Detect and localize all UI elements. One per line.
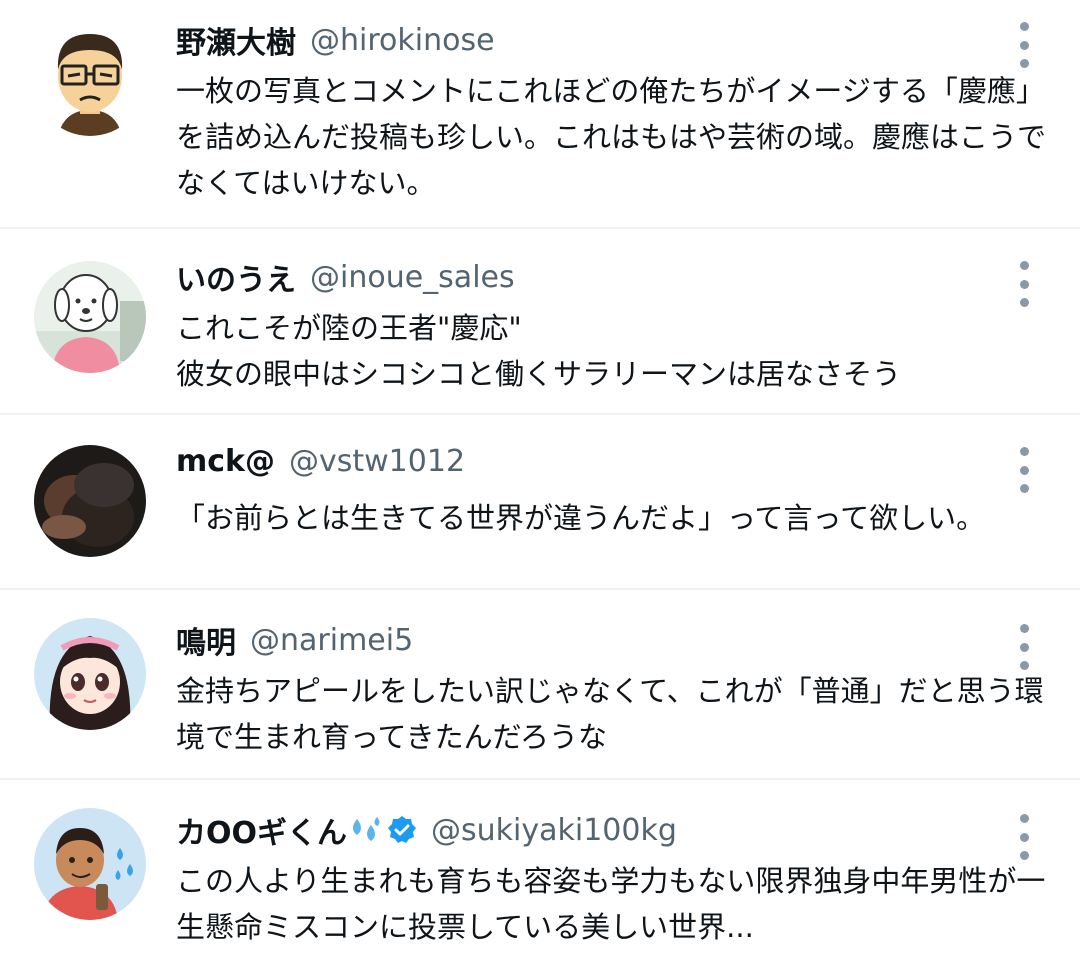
anime-girl-avatar-icon bbox=[34, 618, 146, 730]
cartoon-man-avatar-icon bbox=[34, 808, 146, 920]
mii-man-glasses-avatar-icon bbox=[34, 24, 146, 136]
avatar[interactable] bbox=[34, 261, 146, 373]
verified-badge-icon[interactable] bbox=[387, 815, 417, 845]
tweet-header: 野瀬大樹 @hirokinose bbox=[176, 18, 495, 62]
avatar[interactable] bbox=[34, 24, 146, 136]
display-name[interactable]: 野瀬大樹 bbox=[176, 18, 296, 62]
avatar[interactable] bbox=[34, 618, 146, 730]
tweet-header: カOOギくん @sukiyaki100kg bbox=[176, 808, 677, 852]
tweet-text: この人より生まれも育ちも容姿も学力もない限界独身中年男性が一生懸命ミスコンに投票… bbox=[176, 864, 1046, 944]
tweet-item[interactable]: カOOギくん @sukiyaki100kg この人より生まれも育ちも容姿も学力も… bbox=[0, 780, 1080, 973]
display-name[interactable]: カOOギくん bbox=[176, 808, 347, 852]
more-options-icon[interactable] bbox=[1016, 624, 1032, 670]
dog-character-avatar-icon bbox=[34, 261, 146, 373]
tweet-item[interactable]: mck@ @vstw1012 「お前らとは生きてる世界が違うんだよ」って言って欲… bbox=[0, 415, 1080, 590]
tweet-header: 鳴明 @narimei5 bbox=[176, 618, 413, 662]
sweat-droplets-icon bbox=[353, 817, 380, 841]
more-options-icon[interactable] bbox=[1016, 22, 1032, 68]
user-handle[interactable]: @narimei5 bbox=[250, 623, 413, 658]
more-options-icon[interactable] bbox=[1016, 814, 1032, 860]
user-handle[interactable]: @vstw1012 bbox=[289, 444, 465, 479]
tweet-header: mck@ @vstw1012 bbox=[176, 441, 465, 481]
more-options-icon[interactable] bbox=[1016, 261, 1032, 307]
user-handle[interactable]: @inoue_sales bbox=[310, 260, 515, 295]
dark-photo-avatar-icon bbox=[34, 445, 146, 557]
display-name[interactable]: いのうえ bbox=[176, 255, 296, 299]
user-handle[interactable]: @hirokinose bbox=[310, 23, 495, 58]
tweet-text: 「お前らとは生きてる世界が違うんだよ」って言って欲しい。 bbox=[176, 501, 986, 535]
tweet-item[interactable]: 鳴明 @narimei5 金持ちアピールをしたい訳じゃなくて、これが「普通」だと… bbox=[0, 590, 1080, 780]
tweet-text: 金持ちアピールをしたい訳じゃなくて、これが「普通」だと思う環境で生まれ育ってきた… bbox=[176, 674, 1044, 754]
display-name[interactable]: mck@ bbox=[176, 444, 275, 479]
tweet-item[interactable]: 野瀬大樹 @hirokinose 一枚の写真とコメントにこれほどの俺たちがイメー… bbox=[0, 0, 1080, 229]
tweet-item[interactable]: いのうえ @inoue_sales これこそが陸の王者"慶応" 彼女の眼中はシコ… bbox=[0, 229, 1080, 415]
more-options-icon[interactable] bbox=[1016, 447, 1032, 493]
tweet-header: いのうえ @inoue_sales bbox=[176, 255, 515, 299]
avatar[interactable] bbox=[34, 808, 146, 920]
tweet-text: 一枚の写真とコメントにこれほどの俺たちがイメージする「慶應」を詰め込んだ投稿も珍… bbox=[176, 74, 1047, 200]
display-name[interactable]: 鳴明 bbox=[176, 618, 236, 662]
tweet-text: これこそが陸の王者"慶応" 彼女の眼中はシコシコと働くサラリーマンは居なさそう bbox=[176, 311, 902, 391]
user-handle[interactable]: @sukiyaki100kg bbox=[431, 813, 677, 848]
avatar[interactable] bbox=[34, 445, 146, 557]
